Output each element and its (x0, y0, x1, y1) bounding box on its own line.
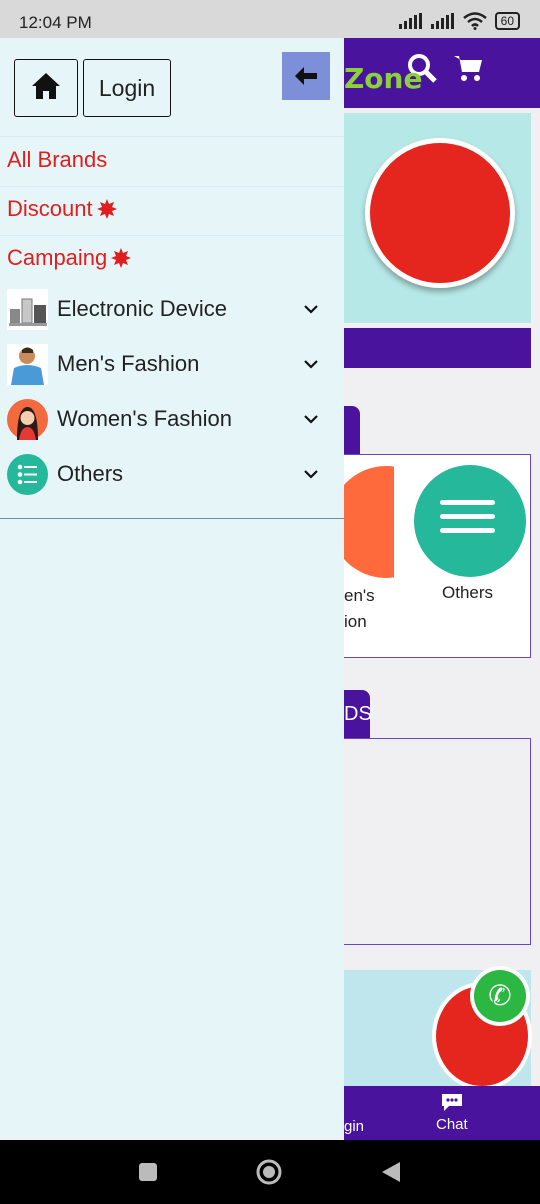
arrow-left-icon (295, 67, 317, 85)
chevron-down-icon[interactable] (303, 301, 319, 317)
divider (0, 186, 344, 187)
category-electronic-device[interactable]: Electronic Device (7, 287, 327, 331)
home-circle-icon[interactable] (256, 1159, 282, 1185)
app-logo: Zone (344, 62, 423, 95)
divider (0, 136, 344, 137)
bottom-nav: gin Chat (344, 1086, 540, 1140)
close-drawer-button[interactable] (282, 52, 330, 100)
starburst-badge-icon (96, 199, 117, 219)
list-icon (7, 453, 48, 495)
category-mens-fashion[interactable]: Men's Fashion (7, 342, 327, 386)
home-button[interactable] (14, 59, 78, 117)
chevron-down-icon[interactable] (303, 411, 319, 427)
electronics-thumbnail (7, 288, 48, 330)
womens-fashion-thumbnail (7, 398, 48, 440)
navigation-drawer: Login All Brands Discount Campaing Elect… (0, 38, 344, 1138)
home-icon (32, 73, 60, 99)
back-triangle-icon[interactable] (380, 1160, 402, 1184)
chat-icon (441, 1094, 462, 1111)
signal-icon (398, 13, 422, 29)
category-label: Others (57, 461, 124, 486)
battery-indicator: 60 (494, 12, 520, 30)
section-tab (344, 406, 360, 456)
others-category-image[interactable] (414, 465, 526, 577)
category-others[interactable]: Others (7, 452, 327, 496)
special-discount-sticker (365, 138, 515, 288)
system-navigation-bar (0, 1140, 540, 1204)
category-label: Women's Fashion (57, 406, 232, 431)
cart-icon[interactable] (452, 52, 484, 84)
notice-strip (344, 328, 531, 368)
chevron-down-icon[interactable] (303, 466, 319, 482)
chevron-down-icon[interactable] (303, 356, 319, 372)
menu-link-label: Discount (7, 196, 93, 221)
divider (0, 235, 344, 236)
category-label-others: Others (442, 583, 494, 602)
login-button[interactable]: Login (83, 59, 171, 117)
category-label: en's ion (344, 586, 375, 631)
status-icons: 60 (398, 12, 520, 30)
menu-link-label: Campaing (7, 245, 108, 270)
whatsapp-button[interactable]: ✆ (470, 966, 530, 1026)
category-label: Electronic Device (57, 296, 227, 321)
section-box (344, 738, 531, 945)
menu-link-label: All Brands (7, 147, 108, 172)
nav-chat[interactable]: Chat (436, 1092, 468, 1133)
nav-chat-label: Chat (436, 1116, 468, 1133)
recents-icon[interactable] (138, 1162, 158, 1182)
menu-link-discount[interactable]: Discount (7, 196, 117, 222)
menu-link-all-brands[interactable]: All Brands (7, 147, 107, 173)
whatsapp-icon: ✆ (474, 970, 526, 1022)
drawer-divider (0, 518, 344, 519)
signal-icon (430, 13, 454, 29)
wifi-icon (462, 12, 487, 30)
starburst-badge-icon (111, 248, 132, 268)
status-bar: 12:04 PM 60 (0, 0, 540, 42)
section-tab-2: DS (344, 690, 372, 738)
mens-fashion-thumbnail (7, 343, 48, 385)
menu-link-campaing[interactable]: Campaing (7, 245, 132, 271)
status-time: 12:04 PM (19, 13, 92, 32)
category-womens-fashion[interactable]: Women's Fashion (7, 397, 327, 441)
category-label: Men's Fashion (57, 351, 200, 376)
nav-login[interactable]: gin (344, 1118, 364, 1135)
